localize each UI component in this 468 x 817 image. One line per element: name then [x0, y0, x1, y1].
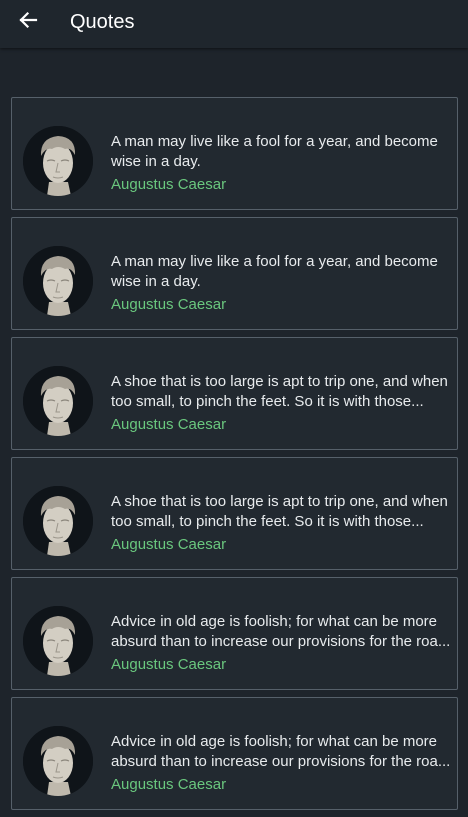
quote-author: Augustus Caesar: [111, 416, 227, 433]
quote-text: Advice in old age is foolish; for what c…: [111, 733, 451, 770]
author-avatar: [23, 366, 93, 436]
author-avatar: [23, 606, 93, 676]
quote-card[interactable]: A shoe that is too large is apt to trip …: [11, 337, 458, 450]
quote-author: Augustus Caesar: [111, 656, 227, 673]
quote-text: A shoe that is too large is apt to trip …: [111, 373, 448, 410]
quote-text: A man may live like a fool for a year, a…: [111, 133, 438, 170]
back-button[interactable]: [14, 8, 42, 36]
quote-author: Augustus Caesar: [111, 176, 227, 193]
page-title: Quotes: [70, 11, 135, 33]
quote-text: A shoe that is too large is apt to trip …: [111, 493, 448, 530]
author-avatar: [23, 726, 93, 796]
arrow-left-icon: [18, 10, 38, 35]
quote-card[interactable]: A man may live like a fool for a year, a…: [11, 97, 458, 210]
quote-author: Augustus Caesar: [111, 536, 227, 553]
quote-author: Augustus Caesar: [111, 776, 227, 793]
quote-text: A man may live like a fool for a year, a…: [111, 253, 438, 290]
quote-card[interactable]: A man may live like a fool for a year, a…: [11, 217, 458, 330]
quote-card[interactable]: A shoe that is too large is apt to trip …: [11, 457, 458, 570]
quote-author: Augustus Caesar: [111, 296, 227, 313]
quotes-list: A man may live like a fool for a year, a…: [0, 97, 468, 817]
quote-card[interactable]: Advice in old age is foolish; for what c…: [11, 577, 458, 690]
app-bar: Quotes: [0, 0, 468, 48]
author-avatar: [23, 486, 93, 556]
author-avatar: [23, 246, 93, 316]
quote-text: Advice in old age is foolish; for what c…: [111, 613, 451, 650]
quote-card[interactable]: Advice in old age is foolish; for what c…: [11, 697, 458, 810]
author-avatar: [23, 126, 93, 196]
